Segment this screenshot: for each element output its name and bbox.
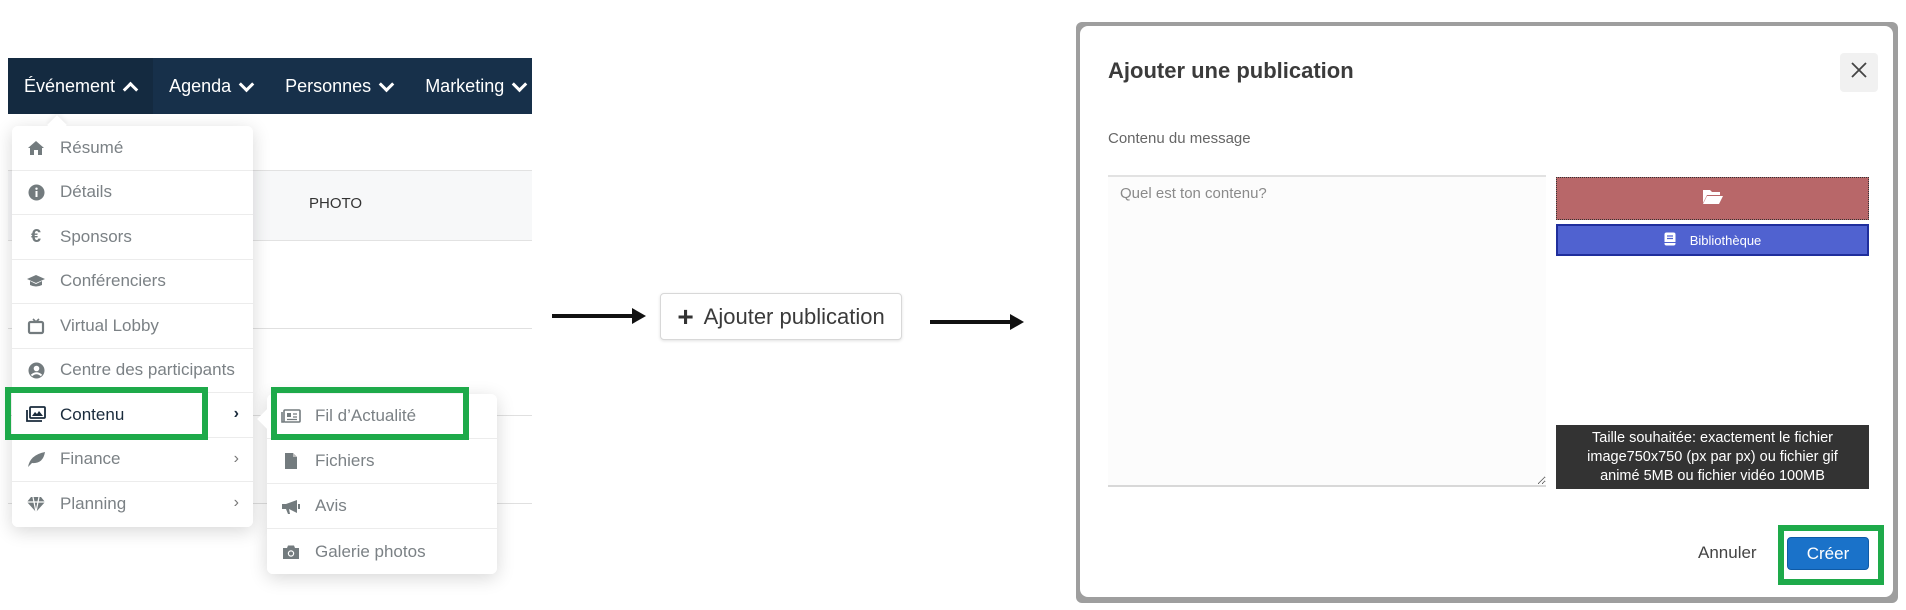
book-icon [1664, 232, 1676, 249]
newspaper-icon [281, 406, 301, 426]
folder-open-icon [1702, 188, 1724, 210]
submenu-item-galerie-photos[interactable]: Galerie photos [267, 529, 497, 574]
event-dropdown-menu: Résumé Détails € Sponsors Conférenciers … [12, 126, 253, 527]
menu-item-virtual-lobby[interactable]: Virtual Lobby [12, 304, 253, 349]
graduation-cap-icon [26, 271, 46, 291]
top-navbar: Événement Agenda Personnes Marketing [8, 58, 532, 114]
submenu-item-fichiers[interactable]: Fichiers [267, 439, 497, 484]
euro-icon: € [30, 226, 41, 247]
info-circle-icon [26, 182, 46, 202]
size-tip-line: Taille souhaitée: exactement le fichier [1592, 430, 1833, 446]
library-button[interactable]: Bibliothèque [1556, 224, 1869, 256]
size-tip-line: animé 5MB ou fichier vidéo 100MB [1600, 468, 1825, 484]
library-label: Bibliothèque [1689, 232, 1762, 248]
images-icon [26, 405, 46, 425]
menu-item-label: Planning [60, 494, 127, 514]
gem-icon [26, 494, 46, 514]
nav-label: Personnes [285, 75, 372, 96]
close-icon [1850, 61, 1868, 84]
nav-label: Événement [24, 75, 116, 96]
file-size-tooltip: Taille souhaitée: exactement le fichier … [1556, 425, 1869, 489]
chevron-down-icon [512, 79, 526, 93]
menu-item-planning[interactable]: Planning › [12, 482, 253, 527]
nav-label: Agenda [169, 75, 232, 96]
chevron-right-icon: › [233, 405, 239, 422]
chevron-down-icon [379, 79, 393, 93]
menu-item-contenu[interactable]: Contenu › [12, 393, 253, 438]
submenu-item-label: Fichiers [315, 451, 375, 470]
nav-item-personnes[interactable]: Personnes [269, 58, 409, 114]
menu-item-label: Résumé [60, 137, 124, 157]
bullhorn-icon [281, 496, 301, 516]
step-arrow-icon [930, 314, 1024, 330]
content-submenu: Fil d’Actualité Fichiers Avis Galerie ph… [267, 394, 497, 574]
plus-icon: + [677, 300, 694, 332]
dialog-close-button[interactable] [1840, 53, 1878, 92]
nav-item-marketing[interactable]: Marketing [409, 58, 532, 114]
menu-item-finance[interactable]: Finance › [12, 437, 253, 482]
content-label: Contenu du message [1108, 130, 1251, 147]
menu-item-conferenciers[interactable]: Conférenciers [12, 259, 253, 304]
menu-item-resume[interactable]: Résumé [12, 126, 253, 171]
create-button[interactable]: Créer [1787, 537, 1869, 570]
submenu-item-fil-actualite[interactable]: Fil d’Actualité [267, 394, 497, 439]
cancel-button[interactable]: Annuler [1698, 543, 1757, 563]
submenu-item-label: Galerie photos [315, 541, 426, 561]
camera-icon [281, 542, 301, 562]
submenu-item-avis[interactable]: Avis [267, 484, 497, 529]
menu-item-label: Centre des participants [60, 360, 235, 380]
tv-icon [26, 316, 46, 336]
step-arrow-icon [552, 308, 646, 324]
add-publication-button[interactable]: + Ajouter publication [660, 293, 902, 340]
add-publication-dialog: Ajouter une publication Contenu du messa… [1080, 26, 1893, 597]
nav-item-agenda[interactable]: Agenda [153, 58, 269, 114]
nav-item-evenement[interactable]: Événement [8, 58, 154, 114]
add-publication-label: Ajouter publication [703, 303, 885, 329]
nav-label: Marketing [425, 75, 505, 96]
menu-item-sponsors[interactable]: € Sponsors [12, 215, 253, 260]
menu-item-label: Contenu [60, 404, 125, 424]
home-icon [26, 138, 46, 158]
menu-item-label: Sponsors [60, 226, 132, 246]
menu-item-centre-participants[interactable]: Centre des participants [12, 348, 253, 393]
chevron-up-icon [123, 79, 137, 93]
column-header-photo[interactable]: PHOTO [309, 195, 362, 212]
menu-item-label: Virtual Lobby [60, 315, 159, 335]
upload-file-button[interactable] [1556, 177, 1869, 220]
chevron-right-icon: › [233, 449, 239, 467]
chevron-right-icon: › [233, 494, 239, 511]
menu-item-label: Conférenciers [60, 271, 166, 291]
chevron-down-icon [239, 79, 253, 93]
menu-item-details[interactable]: Détails [12, 170, 253, 215]
submenu-item-label: Fil d’Actualité [315, 406, 417, 425]
leaf-icon [26, 449, 46, 469]
size-tip-line: image750x750 (px par px) ou fichier gif [1587, 449, 1838, 465]
user-circle-icon [26, 360, 46, 380]
file-icon [281, 451, 301, 471]
submenu-item-label: Avis [315, 496, 347, 515]
menu-item-label: Détails [60, 182, 112, 202]
dialog-title: Ajouter une publication [1108, 58, 1354, 83]
menu-item-label: Finance [60, 449, 121, 469]
message-content-textarea[interactable] [1108, 175, 1546, 487]
